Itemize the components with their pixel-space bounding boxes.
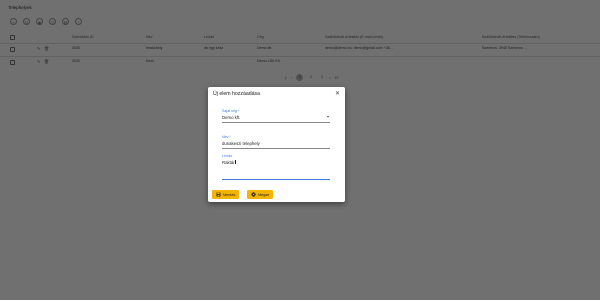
name-underline (222, 147, 330, 149)
cancel-icon (251, 192, 256, 197)
name-label: Név * (222, 135, 231, 139)
save-button[interactable]: Mentés (212, 190, 240, 199)
description-field[interactable]: Leírás Raktár (222, 154, 330, 180)
save-icon (216, 192, 221, 197)
chevron-down-icon[interactable]: ▾ (327, 114, 329, 119)
description-value: Raktár (222, 159, 235, 165)
cancel-button[interactable]: Mégse (247, 190, 274, 199)
description-underline (222, 178, 330, 180)
company-underline (222, 121, 330, 123)
close-icon[interactable]: ✕ (335, 90, 340, 97)
description-input[interactable]: Raktár (222, 159, 330, 166)
text-cursor (235, 159, 236, 164)
name-value[interactable]: dunakeszi telephely (222, 141, 330, 147)
cancel-label: Mégse (258, 192, 270, 197)
company-select[interactable]: Saját cég * Demo kft. ▾ (222, 109, 330, 123)
company-value[interactable]: Demo kft. (222, 115, 330, 121)
company-label: Saját cég * (222, 109, 240, 113)
save-label: Mentés (223, 192, 236, 197)
add-item-dialog: Új elem hozzáadása ✕ Saját cég * Demo kf… (208, 87, 345, 202)
description-label: Leírás (222, 154, 232, 158)
dialog-title: Új elem hozzáadása (213, 91, 261, 97)
name-field[interactable]: Név * dunakeszi telephely (222, 135, 330, 149)
